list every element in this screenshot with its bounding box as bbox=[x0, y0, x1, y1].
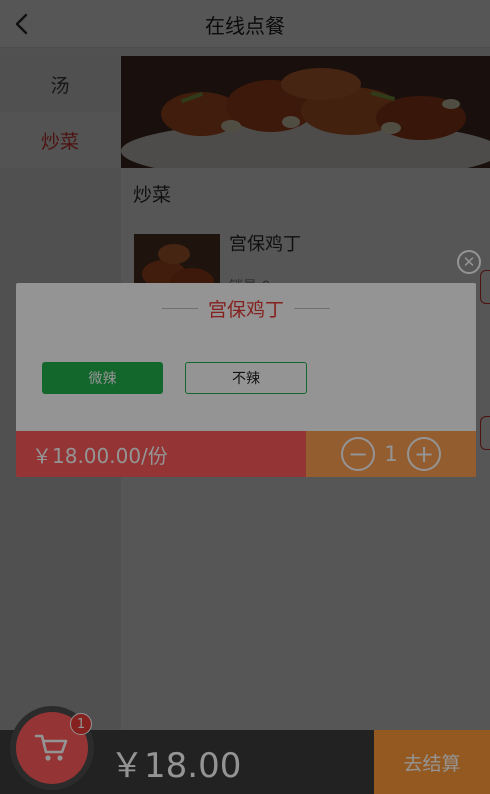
option-not-spicy[interactable]: 不辣 bbox=[185, 362, 307, 394]
option-mild-spicy[interactable]: 微辣 bbox=[42, 362, 163, 394]
cart-count-badge: 1 bbox=[70, 713, 92, 735]
checkout-button[interactable]: 去结算 bbox=[374, 730, 490, 794]
dish-option-modal: 宫保鸡丁 微辣 不辣 ￥18.00.00/份 − 1 + bbox=[16, 283, 476, 477]
increment-button[interactable]: + bbox=[407, 437, 441, 471]
title-divider-left bbox=[161, 308, 198, 309]
modal-title-row: 宫保鸡丁 bbox=[16, 295, 476, 322]
unit-price: ￥18.00.00/份 bbox=[16, 431, 306, 477]
modal-footer: ￥18.00.00/份 − 1 + bbox=[16, 431, 476, 477]
plus-icon: + bbox=[413, 440, 435, 468]
quantity-value: 1 bbox=[384, 442, 398, 466]
close-modal-button[interactable]: ✕ bbox=[457, 250, 481, 274]
quantity-stepper: − 1 + bbox=[306, 431, 476, 477]
minus-icon: − bbox=[347, 440, 369, 468]
shopping-cart-icon bbox=[34, 734, 68, 761]
cart-total: ￥18.00 bbox=[110, 746, 242, 786]
title-divider-right bbox=[294, 308, 330, 309]
decrement-button[interactable]: − bbox=[341, 437, 375, 471]
close-icon: ✕ bbox=[462, 252, 476, 271]
modal-title: 宫保鸡丁 bbox=[207, 299, 284, 321]
